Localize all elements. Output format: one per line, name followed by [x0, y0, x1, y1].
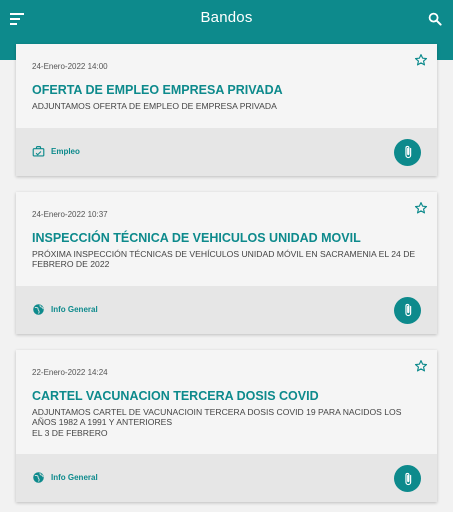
bando-description: ADJUNTAMOS OFERTA DE EMPLEO DE EMPRESA P…: [32, 101, 277, 111]
bando-title: OFERTA DE EMPLEO EMPRESA PRIVADA: [32, 83, 283, 97]
bando-card[interactable]: 24-Enero-2022 14:00 OFERTA DE EMPLEO EMP…: [16, 44, 437, 176]
paperclip-icon: [404, 145, 411, 159]
bando-card[interactable]: 22-Enero-2022 14:24 CARTEL VACUNACION TE…: [16, 349, 437, 502]
page-title: Bandos: [200, 9, 253, 26]
favorite-star-icon[interactable]: [414, 53, 428, 67]
paperclip-icon: [404, 303, 411, 317]
bando-category: Info General: [32, 471, 98, 484]
globe-icon: [33, 303, 44, 315]
bandos-list: 24-Enero-2022 14:00 OFERTA DE EMPLEO EMP…: [16, 44, 437, 512]
favorite-star-icon[interactable]: [414, 201, 428, 215]
bando-title: INSPECCIÓN TÉCNICA DE VEHICULOS UNIDAD M…: [32, 230, 361, 245]
attachment-button[interactable]: [394, 138, 421, 166]
attachment-button[interactable]: [394, 465, 421, 492]
bando-footer: Empleo: [16, 127, 437, 176]
bando-date: 24-Enero-2022 10:37: [32, 209, 108, 219]
bando-category-label: Info General: [51, 304, 98, 314]
bando-category: Info General: [32, 303, 98, 316]
bando-date: 24-Enero-2022 14:00: [32, 62, 108, 71]
bando-description: ADJUNTAMOS CARTEL DE VACUNACIOIN TERCERA…: [32, 406, 402, 438]
bando-date: 22-Enero-2022 14:24: [32, 367, 108, 377]
globe-icon: [33, 472, 44, 483]
bando-description: PRÓXIMA INSPECCIÓN TÉCNICAS DE VEHÍCULOS…: [32, 248, 416, 270]
briefcase-icon: [32, 145, 45, 157]
bando-category-label: Info General: [51, 473, 98, 482]
bando-footer: Info General: [16, 454, 437, 502]
bando-footer: Info General: [16, 285, 437, 334]
bando-category-label: Empleo: [51, 146, 80, 156]
bando-category: Empleo: [32, 145, 80, 158]
search-icon: [428, 12, 442, 26]
paperclip-icon: [404, 472, 411, 485]
favorite-star-icon[interactable]: [414, 359, 428, 373]
search-button[interactable]: [424, 8, 446, 30]
attachment-button[interactable]: [394, 296, 421, 324]
bando-card[interactable]: 24-Enero-2022 10:37 INSPECCIÓN TÉCNICA D…: [16, 191, 437, 334]
bando-title: CARTEL VACUNACION TERCERA DOSIS COVID: [32, 388, 319, 403]
